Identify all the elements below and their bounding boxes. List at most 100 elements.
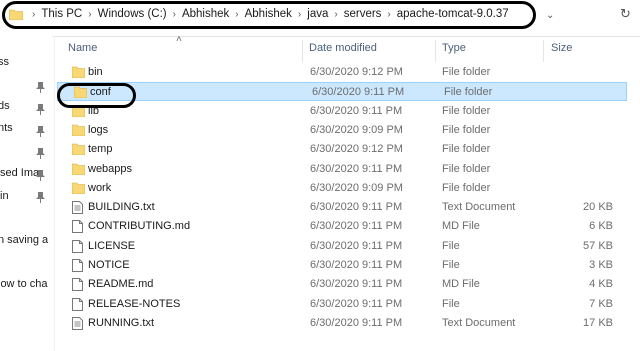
pin-icon[interactable] xyxy=(36,82,45,93)
file-size: 4 KB xyxy=(589,278,613,291)
file-icon xyxy=(72,278,83,292)
text-file-icon xyxy=(72,316,83,330)
nav-item[interactable]: n saving a xyxy=(0,234,48,246)
file-size: 7 KB xyxy=(589,297,613,310)
nav-item[interactable]: low to cha xyxy=(0,278,48,290)
file-date-modified: 6/30/2020 9:11 PM xyxy=(310,162,403,175)
file-size: 20 KB xyxy=(583,201,613,214)
file-type: File folder xyxy=(444,86,493,99)
file-type: Text Document xyxy=(442,316,516,329)
column-divider[interactable] xyxy=(435,40,436,62)
file-row[interactable]: NOTICE 6/30/2020 9:11 PM File 3 KB xyxy=(56,256,626,275)
file-name[interactable]: NOTICE xyxy=(88,259,130,271)
text-file-icon xyxy=(72,201,83,215)
file-name[interactable]: temp xyxy=(88,143,112,155)
nav-item[interactable]: sed Ima xyxy=(0,167,39,179)
file-name[interactable]: BUILDING.txt xyxy=(88,201,155,213)
file-size: 57 KB xyxy=(583,239,613,252)
file-date-modified: 6/30/2020 9:12 PM xyxy=(310,66,403,78)
folder-icon xyxy=(72,124,85,136)
folder-icon xyxy=(72,182,85,194)
file-type: File folder xyxy=(442,181,491,194)
file-name[interactable]: webapps xyxy=(88,163,132,175)
file-name[interactable]: README.md xyxy=(88,278,153,290)
file-date-modified: 6/30/2020 9:09 PM xyxy=(310,181,403,194)
nav-item[interactable]: ds xyxy=(0,100,10,112)
file-row[interactable]: LICENSE 6/30/2020 9:11 PM File 57 KB xyxy=(56,237,626,256)
column-header-type[interactable]: Type xyxy=(442,40,466,62)
file-row[interactable]: work 6/30/2020 9:09 PM File folder xyxy=(56,179,626,198)
file-type: File xyxy=(442,297,460,310)
file-type: File xyxy=(442,239,460,252)
file-type: File folder xyxy=(442,162,491,175)
file-date-modified: 6/30/2020 9:11 PM xyxy=(310,259,403,271)
file-type: File folder xyxy=(442,123,491,136)
folder-icon xyxy=(72,143,85,156)
file-name[interactable]: logs xyxy=(88,124,108,136)
file-type: Text Document xyxy=(442,201,516,214)
column-header-date[interactable]: Date modified xyxy=(309,40,377,62)
file-size: 6 KB xyxy=(589,220,613,233)
column-header-name[interactable]: Name xyxy=(68,40,97,62)
pane-divider[interactable] xyxy=(54,36,55,351)
file-icon xyxy=(72,297,83,311)
file-name[interactable]: LICENSE xyxy=(88,240,135,252)
chevron-down-icon[interactable]: ⌄ xyxy=(546,10,558,21)
file-name[interactable]: CONTRIBUTING.md xyxy=(88,220,190,232)
file-row[interactable]: lib 6/30/2020 9:11 PM File folder xyxy=(56,102,626,121)
file-row[interactable]: temp 6/30/2020 9:12 PM File folder xyxy=(56,140,626,159)
file-row[interactable]: logs 6/30/2020 9:09 PM File folder xyxy=(56,121,626,140)
pin-icon[interactable] xyxy=(36,192,45,203)
pin-icon[interactable] xyxy=(36,148,45,159)
pin-icon[interactable] xyxy=(36,170,45,181)
file-type: File xyxy=(442,259,460,271)
column-divider[interactable] xyxy=(302,40,303,62)
file-row[interactable]: README.md 6/30/2020 9:11 PM MD File 4 KB xyxy=(56,275,626,294)
file-name[interactable]: RELEASE-NOTES xyxy=(88,298,180,310)
navigation-pane: ss ds nts sed Ima in n saving a low to c… xyxy=(0,36,52,351)
column-header-size[interactable]: Size xyxy=(551,40,572,62)
file-row[interactable]: BUILDING.txt 6/30/2020 9:11 PM Text Docume… xyxy=(56,198,626,217)
file-name[interactable]: RUNNING.txt xyxy=(88,317,154,329)
file-size: 17 KB xyxy=(583,316,613,329)
file-date-modified: 6/30/2020 9:12 PM xyxy=(310,143,403,156)
file-row[interactable]: RELEASE-NOTES 6/30/2020 9:11 PM File 7 KB xyxy=(56,295,626,314)
nav-item[interactable]: ss xyxy=(0,56,9,68)
column-divider[interactable] xyxy=(543,40,544,62)
file-type: MD File xyxy=(442,278,480,291)
refresh-icon[interactable]: ↻ xyxy=(620,6,634,22)
file-size: 3 KB xyxy=(589,259,613,271)
file-type: MD File xyxy=(442,220,480,233)
file-date-modified: 6/30/2020 9:11 PM xyxy=(310,104,403,117)
file-row[interactable]: conf 6/30/2020 9:11 PM File folder xyxy=(57,82,627,102)
nav-item[interactable]: nts xyxy=(0,122,13,134)
file-icon xyxy=(72,239,83,253)
file-icon xyxy=(72,259,83,272)
file-row[interactable]: bin 6/30/2020 9:12 PM File folder xyxy=(56,63,626,82)
file-date-modified: 6/30/2020 9:11 PM xyxy=(310,297,403,310)
file-row[interactable]: RUNNING.txt 6/30/2020 9:11 PM Text Documen… xyxy=(56,314,626,333)
file-type: File folder xyxy=(442,143,491,156)
file-type: File folder xyxy=(442,66,491,78)
file-date-modified: 6/30/2020 9:09 PM xyxy=(310,123,403,136)
pin-icon[interactable] xyxy=(36,126,45,137)
sort-ascending-icon: ˄ xyxy=(176,34,182,45)
file-type: File folder xyxy=(442,104,491,117)
address-highlight-annotation xyxy=(2,1,536,29)
file-icon xyxy=(72,220,83,234)
file-row[interactable]: webapps 6/30/2020 9:11 PM File folder xyxy=(56,160,626,179)
folder-icon xyxy=(72,66,85,78)
file-date-modified: 6/30/2020 9:11 PM xyxy=(312,86,405,99)
file-date-modified: 6/30/2020 9:11 PM xyxy=(310,220,403,233)
folder-icon xyxy=(72,163,85,175)
address-bar[interactable]: › This PC › Windows (C:) › Abhishek › Abhishek ›… xyxy=(0,0,640,37)
file-date-modified: 6/30/2020 9:11 PM xyxy=(310,278,403,291)
pin-icon[interactable] xyxy=(36,104,45,115)
file-row[interactable]: CONTRIBUTING.md 6/30/2020 9:11 PM MD File 6… xyxy=(56,217,626,236)
file-date-modified: 6/30/2020 9:11 PM xyxy=(310,239,403,252)
file-name[interactable]: work xyxy=(88,182,111,194)
file-name[interactable]: bin xyxy=(88,66,103,78)
file-date-modified: 6/30/2020 9:11 PM xyxy=(310,316,403,329)
file-date-modified: 6/30/2020 9:11 PM xyxy=(310,201,403,214)
nav-item[interactable]: in xyxy=(0,190,9,202)
